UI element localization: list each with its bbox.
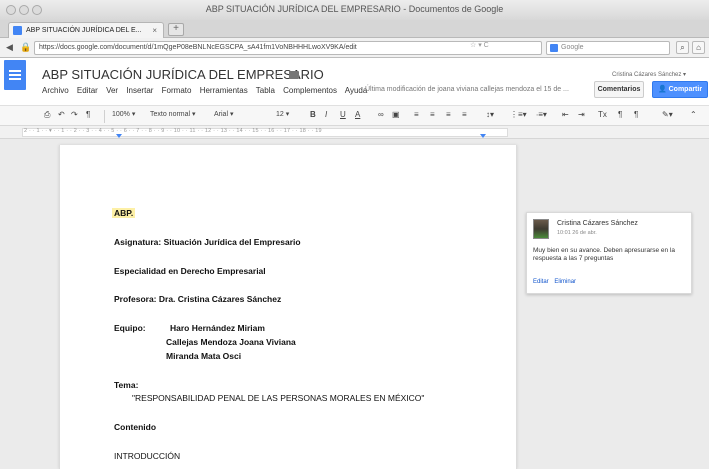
style-select[interactable]: Texto normal ▾ [150,110,196,118]
account-name[interactable]: Cristina Cázares Sánchez ▾ [612,71,686,78]
doc-heading: ABP. [112,208,136,218]
formatting-toolbar: ⎙ ↶ ↷ ¶ 100% ▾ Texto normal ▾ Arial ▾ 12… [0,105,709,126]
delete-comment-link[interactable]: Eliminar [554,279,576,285]
ltr-icon[interactable]: ¶ [618,110,622,119]
document-page[interactable]: ABP. Asignatura: Situación Jurídica del … [59,145,517,469]
avatar [533,219,549,239]
window-titlebar: ABP SITUACIÓN JURÍDICA DEL EMPRESARIO - … [0,0,709,20]
font-select[interactable]: Arial ▾ [214,110,233,118]
search-placeholder: Google [561,44,584,51]
browser-toolbar: ◀ 🔒 https://docs.google.com/document/d/1… [0,38,709,58]
menu-ayuda[interactable]: Ayuda [345,86,368,95]
doc-topic-label: Tema: [114,380,139,390]
docs-logo-icon[interactable] [4,60,26,90]
link-icon[interactable]: ∞ [378,110,384,119]
doc-professor: Profesora: Dra. Cristina Cázares Sánchez [114,294,282,304]
home-icon[interactable]: ⌂ [692,41,705,54]
browser-tab[interactable]: ABP SITUACIÓN JURÍDICA DEL E... × [8,22,164,38]
style-value: Texto normal [150,111,191,118]
menu-archivo[interactable]: Archivo [42,86,69,95]
comment-text: Muy bien en su avance. Deben apresurarse… [533,247,676,262]
paint-format-icon[interactable]: ¶ [86,110,90,119]
menu-insertar[interactable]: Insertar [126,86,153,95]
doc-team-label: Equipo: [114,323,146,333]
redo-icon[interactable]: ↷ [71,110,78,119]
doc-introduction: INTRODUCCIÓN [114,451,181,461]
menu-tabla[interactable]: Tabla [256,86,275,95]
line-spacing-icon[interactable]: ↕▾ [486,110,494,119]
search-input[interactable]: Google [546,41,670,55]
back-arrow-icon[interactable]: ◀ [6,42,13,53]
font-size-value: 12 [276,111,284,118]
highlighted-heading: ABP. [112,208,136,218]
bookmark-reload-controls[interactable]: ☆ ▾ C [470,41,489,49]
menu-herramientas[interactable]: Herramientas [200,86,248,95]
text-color-button[interactable]: A [355,110,360,119]
align-right-icon[interactable]: ≡ [446,110,451,119]
align-center-icon[interactable]: ≡ [430,110,435,119]
zoom-value: 100% [112,111,130,118]
menu-bar: Archivo Editar Ver Insertar Formato Herr… [42,86,373,95]
numbered-list-icon[interactable]: ⋮≡▾ [510,110,527,119]
share-person-icon: 👤 [657,86,669,93]
font-value: Arial [214,111,229,118]
tab-close-icon[interactable]: × [152,26,157,35]
align-left-icon[interactable]: ≡ [414,110,419,119]
ruler: 2 · · 1 · · ▾ · · 1 · · 2 · · 3 · · 4 · … [0,126,709,139]
magnifier-icon[interactable]: ⌕ [676,41,689,54]
zoom-select[interactable]: 100% ▾ [112,110,135,118]
share-button[interactable]: 👤 Compartir [652,81,708,98]
underline-button[interactable]: U [340,110,346,119]
menu-formato[interactable]: Formato [162,86,192,95]
team-member: Miranda Mata Osci [166,351,242,361]
tab-label: ABP SITUACIÓN JURÍDICA DEL E... [26,27,142,34]
rtl-icon[interactable]: ¶ [634,110,638,119]
folder-icon[interactable] [289,71,299,79]
google-search-icon [550,44,558,52]
menu-complementos[interactable]: Complementos [283,86,337,95]
undo-icon[interactable]: ↶ [58,110,65,119]
comment-actions: Editar Eliminar [533,279,580,285]
print-icon[interactable]: ⎙ [44,110,50,120]
justify-icon[interactable]: ≡ [462,110,467,119]
menu-editar[interactable]: Editar [77,86,98,95]
right-indent-marker[interactable] [480,134,486,138]
left-indent-marker[interactable] [116,134,122,138]
new-tab-button[interactable]: + [168,23,184,36]
doc-topic: "RESPONSABILIDAD PENAL DE LAS PERSONAS M… [132,393,425,403]
team-member: Callejas Mendoza Joana Viviana [166,337,296,347]
pen-icon[interactable]: ✎▾ [662,110,673,119]
comment-icon[interactable]: ▣ [392,110,400,119]
docs-favicon-icon [13,26,22,35]
italic-button[interactable]: I [325,110,327,119]
address-bar[interactable]: https://docs.google.com/document/d/1mQge… [34,41,542,55]
collapse-chevron-icon[interactable]: ⌃ [690,110,697,119]
edit-comment-link[interactable]: Editar [533,279,549,285]
clear-formatting-button[interactable]: Tx [598,110,607,119]
menu-ver[interactable]: Ver [106,86,118,95]
doc-subject: Asignatura: Situación Jurídica del Empre… [114,237,301,247]
url-text: https://docs.google.com/document/d/1mQge… [39,44,357,51]
increase-indent-icon[interactable]: ⇥ [578,110,585,119]
bulleted-list-icon[interactable]: ∙≡▾ [536,110,547,119]
comment-card[interactable]: Cristina Cázares Sánchez 10:01 26 de abr… [526,212,692,294]
window-title: ABP SITUACIÓN JURÍDICA DEL EMPRESARIO - … [205,4,504,14]
team-member: Haro Hernández Miriam [170,323,265,333]
doc-specialty: Especialidad en Derecho Empresarial [114,266,266,276]
comments-button[interactable]: Comentarios [594,81,644,98]
decrease-indent-icon[interactable]: ⇤ [562,110,569,119]
browser-tabstrip: ABP SITUACIÓN JURÍDICA DEL E... × + [0,20,709,38]
doc-contents-label: Contenido [114,422,157,432]
share-label: Compartir [668,86,703,93]
comment-author: Cristina Cázares Sánchez [557,220,638,227]
ruler-numbers: 2 · · 1 · · ▾ · · 1 · · 2 · · 3 · · 4 · … [24,128,322,134]
bold-button[interactable]: B [310,110,316,119]
font-size-select[interactable]: 12 ▾ [276,110,289,118]
comment-time: 10:01 26 de abr. [557,230,597,236]
site-info-icon[interactable]: 🔒 [20,42,31,53]
last-edit-link[interactable]: Última modificación de joana viviana cal… [365,86,569,93]
star-icon[interactable]: ☆ [273,68,283,81]
